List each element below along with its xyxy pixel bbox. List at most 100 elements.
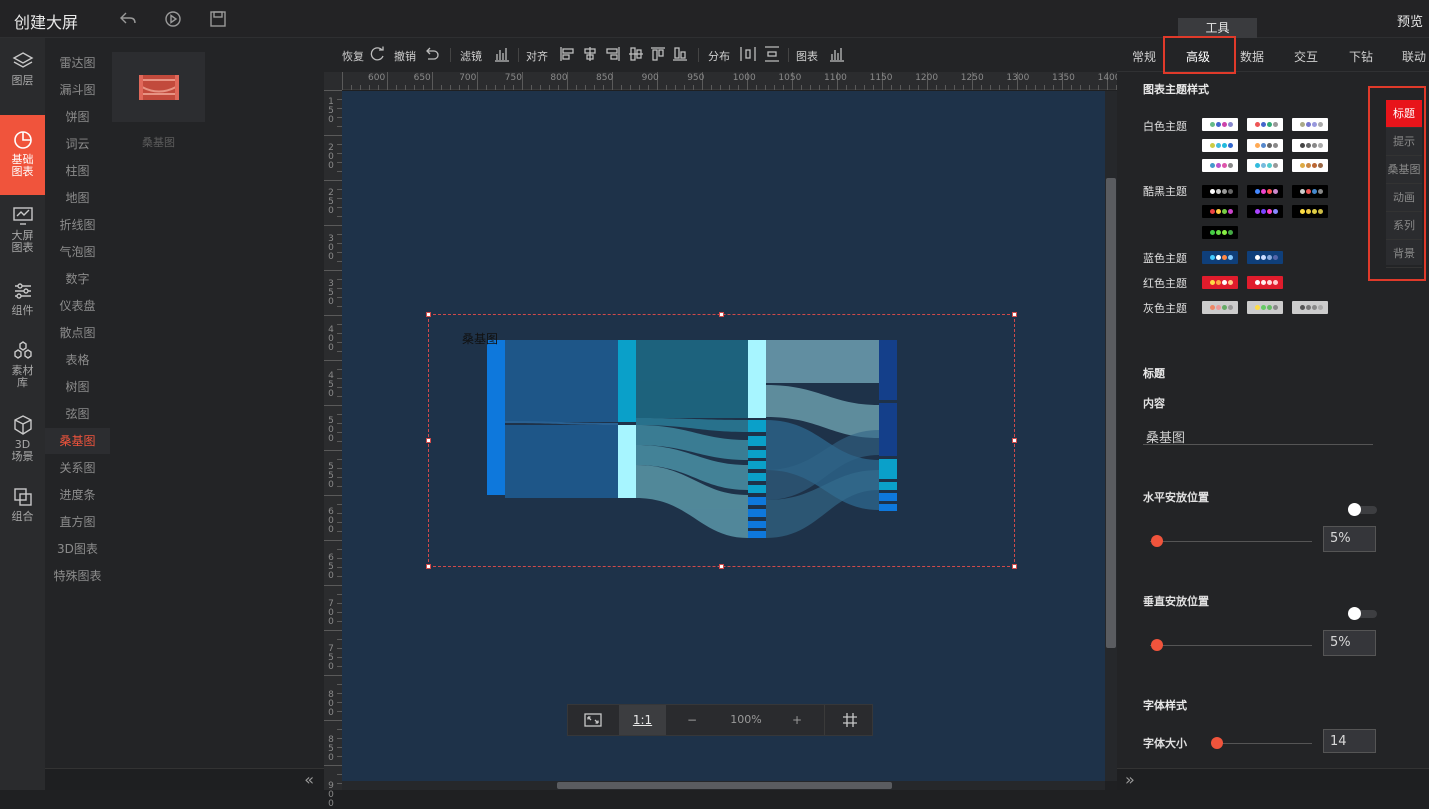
category-item[interactable]: 直方图	[45, 509, 110, 535]
category-item[interactable]: 数字	[45, 266, 110, 292]
v-pos-slider-track[interactable]	[1150, 645, 1312, 646]
horizontal-scrollbar-thumb[interactable]	[557, 782, 892, 789]
preview-button[interactable]: 预览	[1397, 11, 1423, 30]
theme-swatch[interactable]	[1292, 159, 1328, 172]
category-item[interactable]: 树图	[45, 374, 110, 400]
side-tab[interactable]: 系列	[1386, 212, 1422, 240]
category-item[interactable]: 仪表盘	[45, 293, 110, 319]
category-item[interactable]: 表格	[45, 347, 110, 373]
property-tab[interactable]: 数据	[1240, 48, 1264, 65]
theme-swatch[interactable]	[1202, 118, 1238, 131]
fit-screen-button[interactable]	[568, 705, 618, 735]
property-tab[interactable]: 交互	[1294, 48, 1318, 65]
nav-basic-chart[interactable]: 基础 图表	[0, 115, 45, 195]
grid-toggle-button[interactable]	[824, 705, 874, 735]
font-size-input[interactable]: 14	[1323, 729, 1376, 753]
redo-icon[interactable]	[370, 46, 386, 62]
theme-swatch[interactable]	[1292, 118, 1328, 131]
selection-box[interactable]	[426, 312, 1017, 569]
back-icon[interactable]	[118, 9, 138, 29]
category-item[interactable]: 漏斗图	[45, 77, 110, 103]
theme-swatch[interactable]	[1292, 301, 1328, 314]
font-size-slider-track[interactable]	[1212, 743, 1312, 744]
nav-component[interactable]: 组件	[0, 274, 45, 334]
align-left-icon[interactable]	[559, 46, 575, 62]
resize-handle[interactable]	[1012, 312, 1017, 317]
theme-swatch[interactable]	[1202, 185, 1238, 198]
theme-swatch[interactable]	[1292, 185, 1328, 198]
actual-size-button[interactable]: 1:1	[619, 705, 666, 735]
category-item[interactable]: 雷达图	[45, 50, 110, 76]
theme-swatch[interactable]	[1247, 118, 1283, 131]
category-item[interactable]: 散点图	[45, 320, 110, 346]
resize-handle[interactable]	[426, 312, 431, 317]
side-tab[interactable]: 桑基图	[1386, 156, 1422, 184]
category-item[interactable]: 桑基图	[45, 428, 110, 454]
distribute-v-icon[interactable]	[764, 46, 780, 62]
theme-swatch[interactable]	[1247, 251, 1283, 264]
theme-swatch[interactable]	[1202, 276, 1238, 289]
save-icon[interactable]	[208, 9, 228, 29]
h-pos-input[interactable]: 5%	[1323, 526, 1376, 552]
resize-handle[interactable]	[719, 312, 724, 317]
category-item[interactable]: 气泡图	[45, 239, 110, 265]
nav-material[interactable]: 素材 库	[0, 334, 45, 394]
theme-swatch[interactable]	[1247, 159, 1283, 172]
align-right-icon[interactable]	[605, 46, 621, 62]
theme-swatch[interactable]	[1292, 139, 1328, 152]
vertical-scrollbar-thumb[interactable]	[1106, 178, 1116, 648]
h-pos-slider-knob[interactable]	[1151, 535, 1163, 547]
theme-swatch[interactable]	[1202, 251, 1238, 264]
font-size-slider-knob[interactable]	[1211, 737, 1223, 749]
category-item[interactable]: 3D图表	[45, 536, 110, 562]
nav-layers[interactable]: 图层	[0, 44, 45, 104]
nav-combine[interactable]: 组合	[0, 480, 45, 540]
side-tab[interactable]: 提示	[1386, 128, 1422, 156]
resize-handle[interactable]	[1012, 564, 1017, 569]
v-pos-slider-knob[interactable]	[1151, 639, 1163, 651]
collapse-left-button[interactable]: «	[45, 768, 324, 790]
category-item[interactable]: 柱图	[45, 158, 110, 184]
resize-handle[interactable]	[426, 564, 431, 569]
property-tab[interactable]: 常规	[1132, 48, 1156, 65]
bar-chart-icon[interactable]	[494, 46, 510, 62]
align-top-icon[interactable]	[650, 46, 666, 62]
category-item[interactable]: 特殊图表	[45, 563, 110, 589]
v-pos-toggle[interactable]	[1348, 607, 1377, 620]
theme-swatch[interactable]	[1247, 205, 1283, 218]
h-pos-toggle[interactable]	[1348, 503, 1377, 516]
theme-swatch[interactable]	[1202, 205, 1238, 218]
category-item[interactable]: 折线图	[45, 212, 110, 238]
h-pos-slider-track[interactable]	[1150, 541, 1312, 542]
theme-swatch[interactable]	[1202, 159, 1238, 172]
distribute-h-icon[interactable]	[740, 46, 756, 62]
chart-bar-icon[interactable]	[829, 46, 845, 62]
align-center-h-icon[interactable]	[582, 46, 598, 62]
category-item[interactable]: 地图	[45, 185, 110, 211]
align-bottom-icon[interactable]	[672, 46, 688, 62]
resize-handle[interactable]	[719, 564, 724, 569]
theme-swatch[interactable]	[1247, 185, 1283, 198]
filter-button[interactable]: 滤镜	[460, 48, 482, 64]
title-content-input[interactable]: 桑基图	[1143, 427, 1373, 446]
category-item[interactable]: 关系图	[45, 455, 110, 481]
theme-swatch[interactable]	[1292, 205, 1328, 218]
v-pos-input[interactable]: 5%	[1323, 630, 1376, 656]
theme-swatch[interactable]	[1202, 226, 1238, 239]
resize-handle[interactable]	[426, 438, 431, 443]
nav-3d-scene[interactable]: 3D 场景	[0, 408, 45, 468]
category-item[interactable]: 词云	[45, 131, 110, 157]
category-item[interactable]: 进度条	[45, 482, 110, 508]
redo-button[interactable]: 恢复	[342, 48, 364, 64]
theme-swatch[interactable]	[1247, 301, 1283, 314]
tool-tab[interactable]: 工具	[1178, 18, 1257, 38]
theme-swatch[interactable]	[1247, 276, 1283, 289]
property-tab[interactable]: 高级	[1186, 48, 1210, 65]
play-icon[interactable]	[163, 9, 183, 29]
nav-screen-chart[interactable]: 大屏 图表	[0, 202, 45, 262]
zoom-out-button[interactable]: −	[678, 705, 706, 735]
side-tab[interactable]: 动画	[1386, 184, 1422, 212]
theme-swatch[interactable]	[1202, 301, 1238, 314]
category-item[interactable]: 饼图	[45, 104, 110, 130]
collapse-right-button[interactable]: »	[1117, 768, 1429, 790]
